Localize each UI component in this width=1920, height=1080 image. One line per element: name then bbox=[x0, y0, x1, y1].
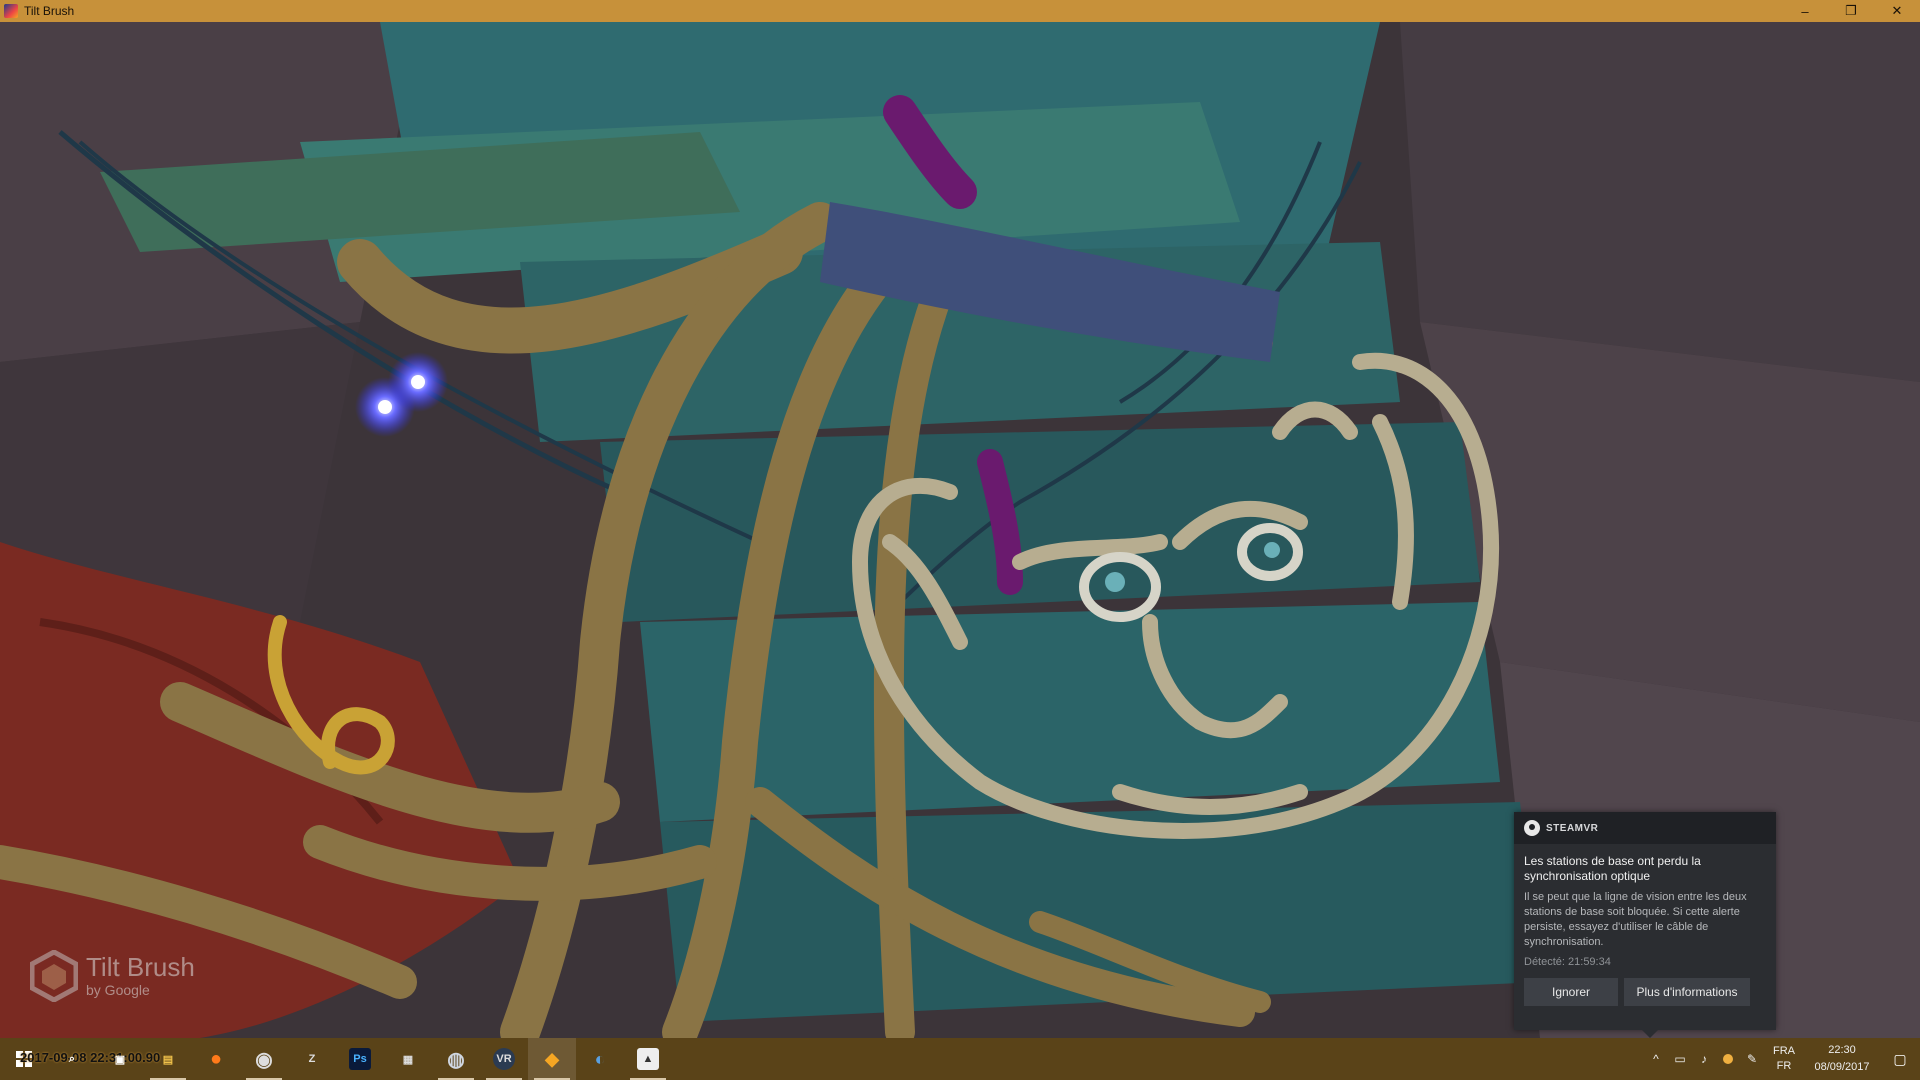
steamvr-taskbar-button[interactable]: VR bbox=[480, 1038, 528, 1080]
system-tray: ^ ▭ ♪ ✎ FRA FR 22:30 08/09/2017 ▢ bbox=[1644, 1038, 1920, 1080]
steam-app-icon: ◍ bbox=[447, 1048, 465, 1071]
watermark-name: Tilt Brush bbox=[86, 952, 195, 982]
minimize-button[interactable]: – bbox=[1782, 0, 1828, 22]
tilt-brush-icon: ◆ bbox=[545, 1048, 559, 1069]
pen-icon[interactable]: ✎ bbox=[1740, 1038, 1764, 1080]
title-bar: Tilt Brush – ❐ ✕ bbox=[0, 0, 1920, 22]
blender-icon: ◐ bbox=[594, 1048, 606, 1069]
action-center-icon: ▢ bbox=[1893, 1050, 1907, 1067]
taskbar: 2017-09-08 22:31:00.90 ⌕ ▣ ▤ ● ◉ Z Ps ▦ … bbox=[0, 1038, 1920, 1080]
search-taskbar-button[interactable]: ⌕ bbox=[48, 1038, 96, 1080]
task-view-taskbar-button[interactable]: ▣ bbox=[96, 1038, 144, 1080]
clock-date: 08/09/2017 bbox=[1814, 1061, 1870, 1073]
notification-body: Il se peut que la ligne de vision entre … bbox=[1524, 891, 1747, 948]
video-editor-icon: ▦ bbox=[402, 1053, 414, 1066]
notification-pointer bbox=[1642, 1030, 1658, 1038]
action-center-button[interactable]: ▢ bbox=[1880, 1038, 1920, 1080]
steamvr-notification: STEAMVR Les stations de base ont perdu l… bbox=[1514, 812, 1776, 1038]
ignore-button[interactable]: Ignorer bbox=[1524, 978, 1618, 1006]
clock[interactable]: 22:30 08/09/2017 bbox=[1804, 1042, 1880, 1076]
steam-taskbar-button[interactable]: ◍ bbox=[432, 1038, 480, 1080]
network-icon[interactable]: ▭ bbox=[1668, 1038, 1692, 1080]
firefox-taskbar-button[interactable]: ● bbox=[192, 1038, 240, 1080]
tilt-brush-taskbar-button[interactable]: ◆ bbox=[528, 1038, 576, 1080]
file-explorer-taskbar-button[interactable]: ▤ bbox=[144, 1038, 192, 1080]
steamvr-icon: VR bbox=[493, 1048, 515, 1070]
watermark-by: by Google bbox=[86, 982, 150, 998]
obs-taskbar-button[interactable]: ◉ bbox=[240, 1038, 288, 1080]
notification-header: STEAMVR bbox=[1514, 812, 1776, 844]
obs-icon: ◉ bbox=[255, 1048, 273, 1071]
search-icon: ⌕ bbox=[68, 1052, 76, 1065]
clock-time: 22:30 bbox=[1828, 1044, 1856, 1056]
task-view-icon: ▣ bbox=[114, 1053, 126, 1066]
tilt-brush-app-icon bbox=[4, 4, 18, 18]
close-button[interactable]: ✕ bbox=[1874, 0, 1920, 22]
restore-button[interactable]: ❐ bbox=[1828, 0, 1874, 22]
tilt-brush-watermark: Tilt Brush by Google bbox=[30, 950, 195, 1002]
notification-detected-time: Détecté: 21:59:34 bbox=[1524, 956, 1611, 968]
window-title: Tilt Brush bbox=[24, 4, 75, 18]
zbrush-taskbar-button[interactable]: Z bbox=[288, 1038, 336, 1080]
show-hidden-icons-button[interactable]: ^ bbox=[1644, 1038, 1668, 1080]
blender-taskbar-button[interactable]: ◐ bbox=[576, 1038, 624, 1080]
photos-icon: ▲ bbox=[637, 1048, 659, 1070]
notification-brand: STEAMVR bbox=[1546, 822, 1599, 834]
steam-icon bbox=[1524, 820, 1540, 836]
video-editor-taskbar-button[interactable]: ▦ bbox=[384, 1038, 432, 1080]
firefox-icon: ● bbox=[209, 1047, 223, 1070]
language-indicator[interactable]: FRA FR bbox=[1764, 1044, 1804, 1074]
zbrush-icon: Z bbox=[308, 1053, 316, 1065]
photos-taskbar-button[interactable]: ▲ bbox=[624, 1038, 672, 1080]
photoshop-taskbar-button[interactable]: Ps bbox=[336, 1038, 384, 1080]
tilt-brush-logo-icon bbox=[30, 950, 78, 1002]
more-info-button[interactable]: Plus d'informations bbox=[1624, 978, 1750, 1006]
keyboard-layout: FR bbox=[1776, 1060, 1792, 1072]
language-code: FRA bbox=[1773, 1045, 1795, 1057]
status-dot-icon[interactable] bbox=[1716, 1038, 1740, 1080]
volume-icon[interactable]: ♪ bbox=[1692, 1038, 1716, 1080]
notification-title: Les stations de base ont perdu la synchr… bbox=[1524, 854, 1701, 883]
photoshop-icon: Ps bbox=[349, 1048, 371, 1070]
folder-icon: ▤ bbox=[162, 1053, 174, 1066]
